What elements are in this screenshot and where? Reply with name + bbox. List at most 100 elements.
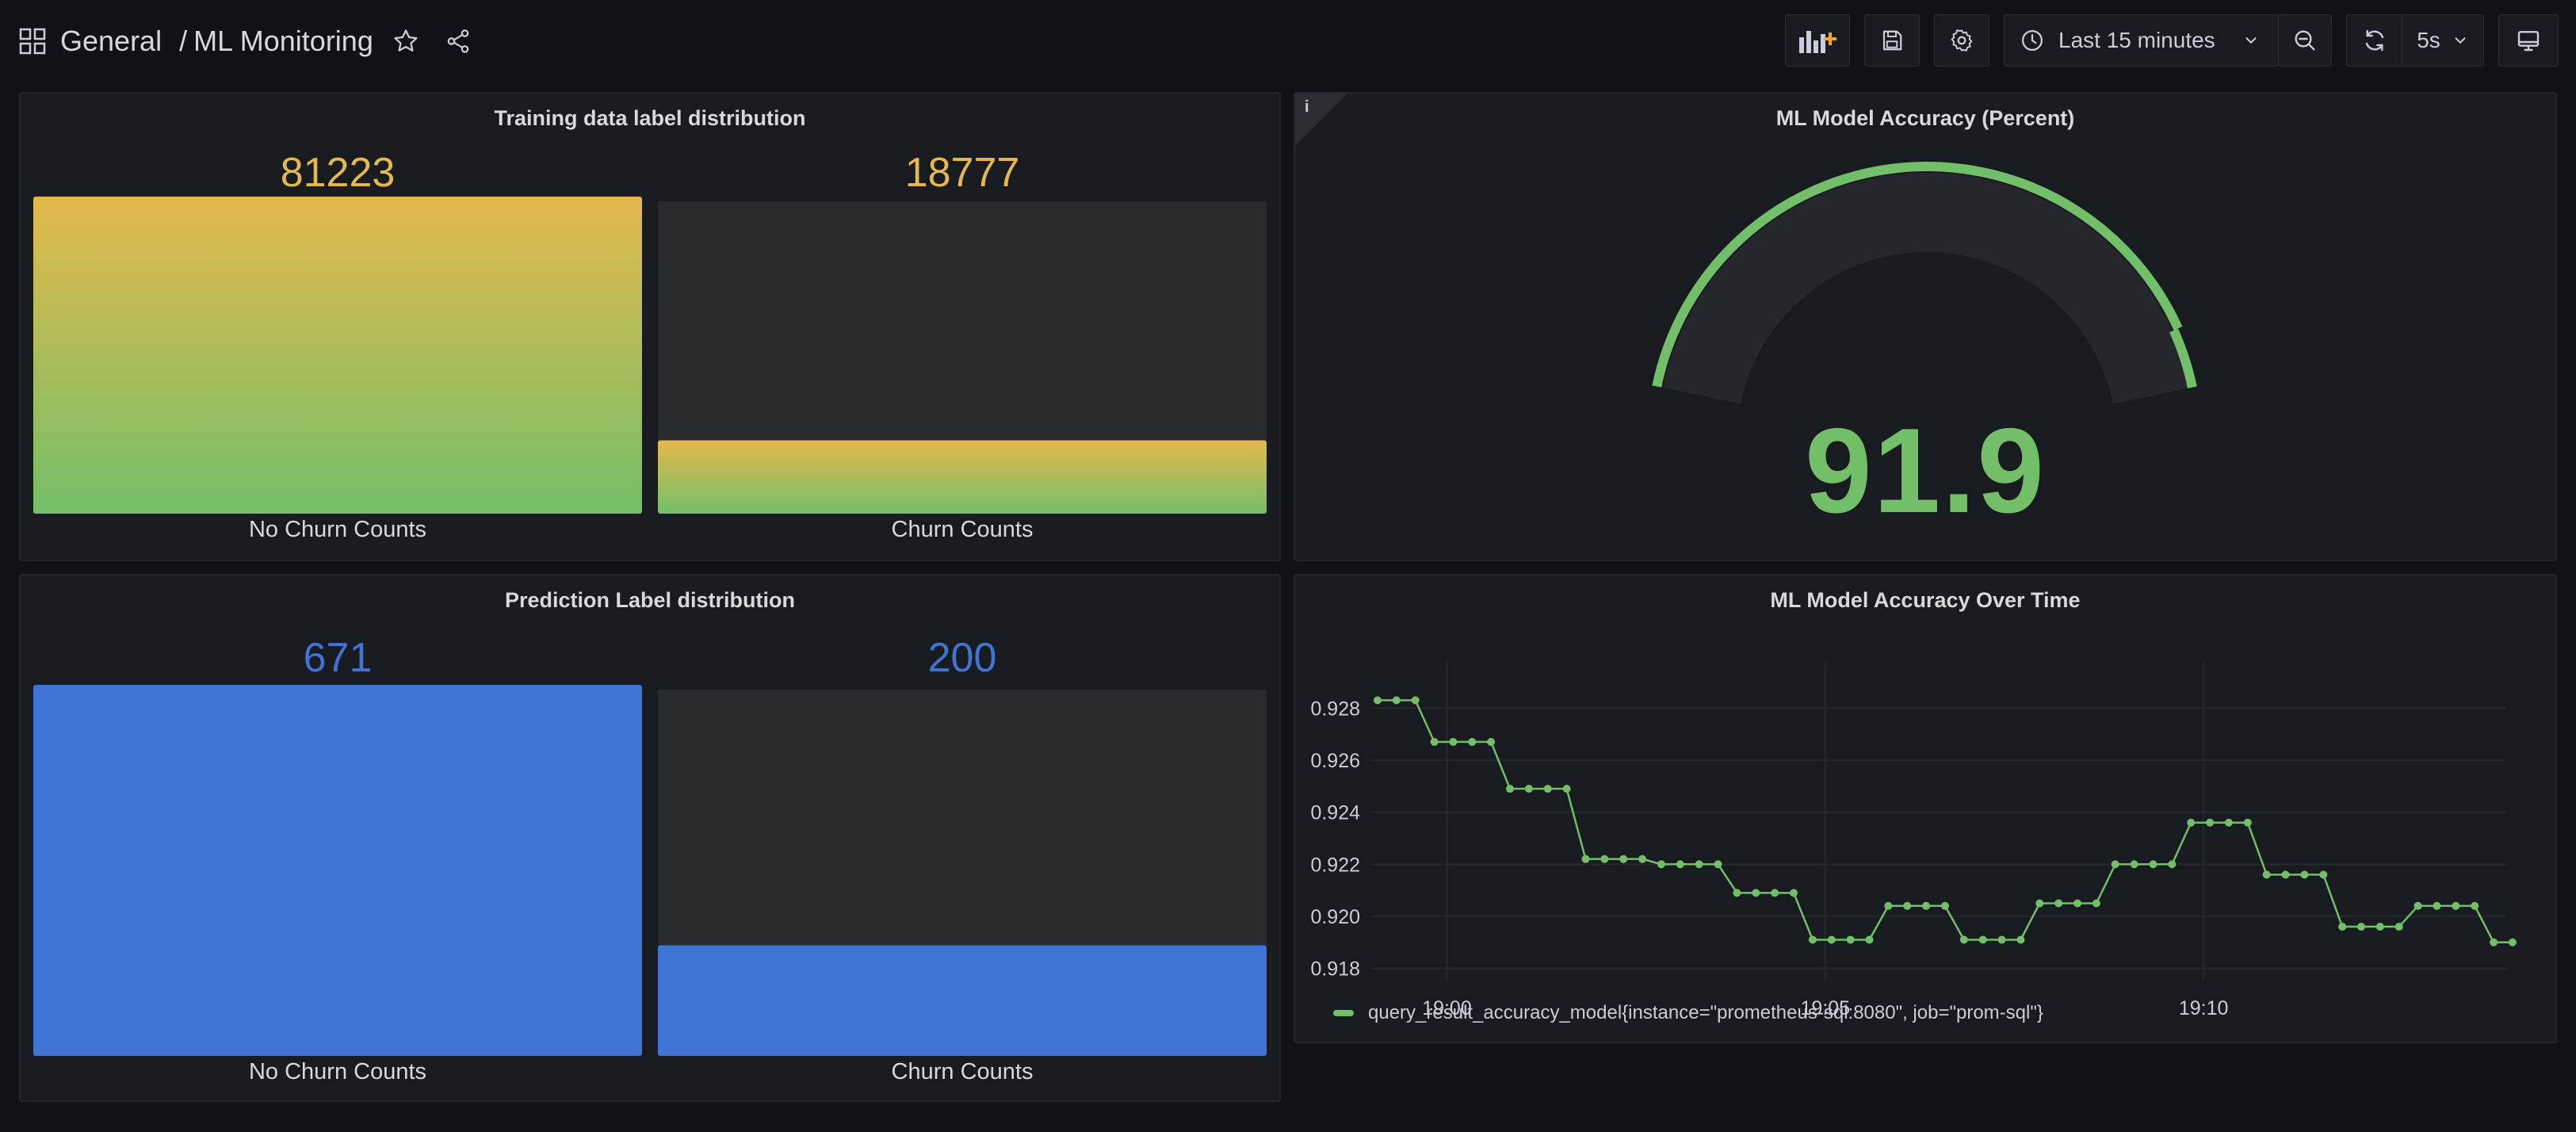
time-range-picker[interactable]: Last 15 minutes [2004, 14, 2280, 67]
data-point[interactable] [2281, 870, 2290, 879]
bar-churn-counts[interactable] [658, 945, 1267, 1056]
data-point[interactable] [1392, 696, 1401, 705]
data-point[interactable] [2224, 818, 2233, 827]
data-point[interactable] [2300, 870, 2309, 879]
y-tick-label: 0.920 [1310, 906, 1360, 928]
data-point[interactable] [2206, 818, 2215, 827]
data-point[interactable] [2073, 899, 2082, 908]
bar-value-churn: 200 [927, 635, 997, 681]
data-point[interactable] [1846, 935, 1855, 944]
dashboard-settings-button[interactable] [1934, 14, 1989, 67]
data-point[interactable] [1543, 785, 1552, 794]
accuracy-gauge-panel[interactable]: i ML Model Accuracy (Percent) 91.9 [1294, 92, 2557, 561]
save-dashboard-button[interactable] [1864, 14, 1920, 67]
data-point[interactable] [2490, 938, 2498, 947]
data-point[interactable] [1752, 889, 1760, 897]
data-point[interactable] [1733, 889, 1741, 897]
data-point[interactable] [1562, 785, 1571, 794]
data-point[interactable] [1865, 935, 1874, 944]
accuracy-timeseries-panel[interactable]: ML Model Accuracy Over Time 0.918 0.920 0.… [1294, 574, 2557, 1043]
data-point[interactable] [2092, 899, 2100, 908]
data-point[interactable] [1581, 855, 1590, 863]
refresh-interval-picker[interactable]: 5s [2402, 14, 2484, 67]
data-point[interactable] [2016, 935, 2025, 944]
breadcrumb-folder[interactable]: General [60, 25, 162, 58]
data-point[interactable] [2035, 899, 2044, 908]
data-point[interactable] [1959, 935, 1968, 944]
gauge-value: 91.9 [1805, 403, 2046, 538]
data-point[interactable] [1657, 860, 1665, 869]
bar-label-no-churn: No Churn Counts [248, 517, 427, 542]
data-point[interactable] [2130, 860, 2138, 869]
add-panel-icon [1798, 26, 1837, 55]
data-point[interactable] [2357, 923, 2366, 931]
data-point[interactable] [1808, 935, 1817, 944]
accuracy-line-chart[interactable]: 0.9180.9200.9220.9240.9260.92819:00 19:05… [1295, 576, 2559, 1045]
apps-grid-icon[interactable] [19, 28, 46, 55]
page-title[interactable]: ML Monitoring [193, 25, 373, 58]
tv-mode-button[interactable] [2498, 14, 2559, 67]
y-tick-label: 0.924 [1310, 802, 1360, 824]
y-tick-label: 0.928 [1310, 698, 1360, 720]
data-point[interactable] [2433, 901, 2441, 910]
data-point[interactable] [1903, 901, 1912, 910]
data-point[interactable] [1676, 860, 1684, 869]
data-point[interactable] [2262, 870, 2271, 879]
data-point[interactable] [2375, 923, 2384, 931]
bar-no-churn-counts[interactable] [33, 197, 642, 514]
share-icon[interactable] [445, 28, 472, 55]
data-point[interactable] [2149, 860, 2157, 869]
data-point[interactable] [1827, 935, 1836, 944]
bar-value-no-churn: 671 [303, 635, 373, 681]
data-point[interactable] [1411, 696, 1420, 705]
data-point[interactable] [2452, 901, 2460, 910]
data-point[interactable] [1884, 901, 1893, 910]
bar-label-churn: Churn Counts [891, 1059, 1034, 1084]
data-point[interactable] [1771, 889, 1779, 897]
data-point[interactable] [2319, 870, 2328, 879]
data-point[interactable] [1695, 860, 1703, 869]
refresh-button[interactable] [2346, 14, 2403, 67]
data-point[interactable] [2054, 899, 2063, 908]
monitor-icon [2516, 28, 2541, 53]
breadcrumb-separator: / [179, 25, 188, 57]
data-point[interactable] [1997, 935, 2006, 944]
data-point[interactable] [1506, 785, 1515, 794]
data-point[interactable] [1449, 737, 1458, 746]
data-point[interactable] [2187, 818, 2196, 827]
y-tick-label: 0.926 [1310, 750, 1360, 772]
bar-no-churn-counts[interactable] [33, 685, 642, 1056]
data-point[interactable] [1714, 860, 1722, 869]
data-point[interactable] [1430, 737, 1439, 746]
chevron-down-icon [2452, 32, 2469, 49]
prediction-distribution-panel[interactable]: Prediction Label distribution 671 200 No… [19, 574, 1281, 1102]
data-point[interactable] [1638, 855, 1647, 863]
clock-icon [2020, 29, 2044, 52]
zoom-out-button[interactable] [2278, 14, 2332, 67]
training-distribution-panel[interactable]: Training data label distribution 81223 1… [19, 92, 1281, 561]
data-point[interactable] [1790, 889, 1798, 897]
data-point[interactable] [2338, 923, 2347, 931]
data-point[interactable] [1922, 901, 1931, 910]
y-tick-label: 0.918 [1310, 958, 1360, 981]
data-point[interactable] [2394, 923, 2403, 931]
data-point[interactable] [1487, 737, 1496, 746]
data-point[interactable] [1940, 901, 1949, 910]
data-point[interactable] [1468, 737, 1477, 746]
bar-churn-counts[interactable] [658, 440, 1267, 514]
data-point[interactable] [2414, 901, 2422, 910]
data-point[interactable] [1600, 855, 1609, 863]
data-point[interactable] [2111, 860, 2119, 869]
data-point[interactable] [2168, 860, 2177, 869]
series-legend[interactable]: query_result_accuracy_model{instance="pr… [1333, 1002, 2043, 1024]
data-point[interactable] [1978, 935, 1987, 944]
add-panel-button[interactable] [1785, 14, 1850, 67]
save-icon [1880, 29, 1904, 52]
data-point[interactable] [2471, 901, 2479, 910]
data-point[interactable] [2243, 818, 2252, 827]
data-point[interactable] [1373, 696, 1382, 705]
data-point[interactable] [1524, 785, 1533, 794]
data-point[interactable] [1619, 855, 1628, 863]
star-icon[interactable] [392, 28, 419, 55]
data-point[interactable] [2508, 938, 2517, 947]
